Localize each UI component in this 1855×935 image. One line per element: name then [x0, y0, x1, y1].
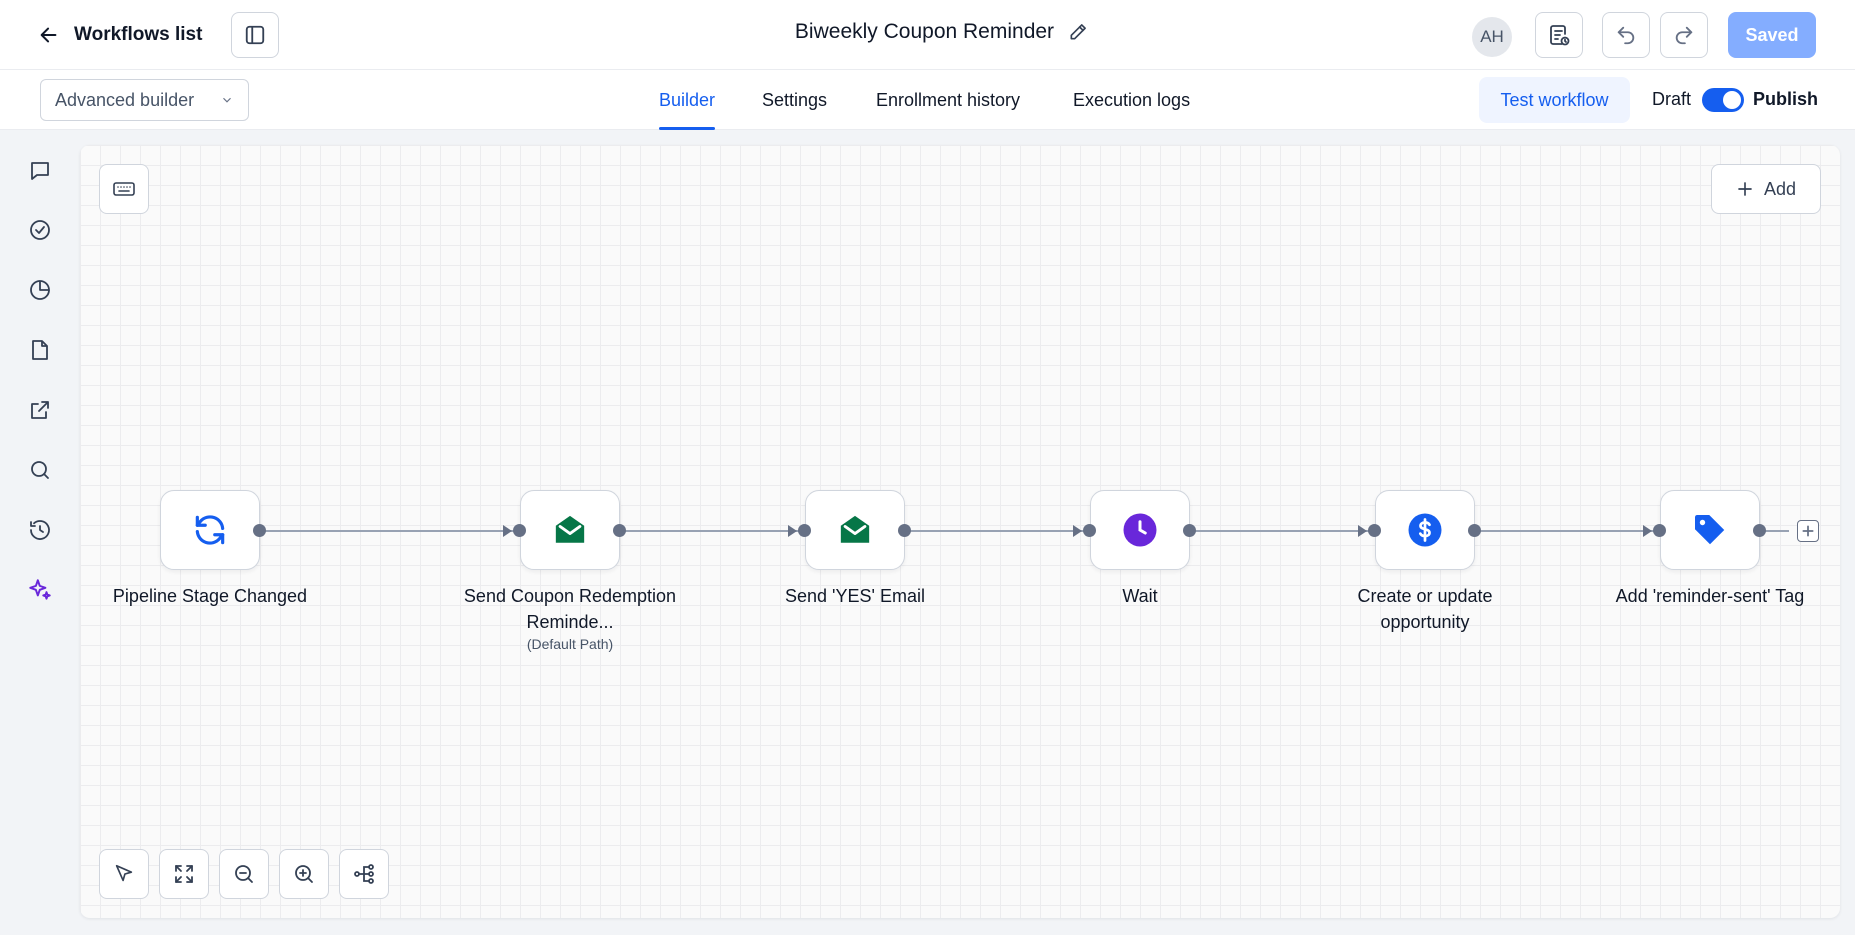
flow-layout-icon	[354, 864, 374, 884]
output-handle[interactable]	[1753, 524, 1766, 537]
workflow-node-wait[interactable]	[1090, 490, 1190, 570]
test-workflow-button[interactable]: Test workflow	[1479, 77, 1630, 123]
output-handle[interactable]	[1183, 524, 1196, 537]
zoom-out-icon	[235, 865, 253, 883]
pie-chart-icon[interactable]	[24, 274, 56, 306]
builder-mode-select[interactable]: Advanced builder	[40, 79, 249, 121]
node-label: Send 'YES' Email	[785, 586, 925, 606]
expand-icon	[175, 865, 193, 883]
file-icon[interactable]	[24, 334, 56, 366]
zoom-in-button[interactable]	[279, 849, 329, 899]
undo-button[interactable]	[1602, 12, 1650, 58]
output-handle[interactable]	[613, 524, 626, 537]
tab-builder[interactable]: Builder	[659, 70, 716, 130]
tag-icon	[1695, 515, 1725, 545]
output-handle[interactable]	[1468, 524, 1481, 537]
redo-button[interactable]	[1660, 12, 1708, 58]
node-label: Send Coupon Redemption Reminde...	[463, 586, 677, 632]
workflow-node-tag[interactable]	[1660, 490, 1760, 570]
node-label: Pipeline Stage Changed	[112, 586, 308, 606]
draft-label: Draft	[1652, 89, 1692, 109]
notes-button[interactable]	[1535, 12, 1583, 58]
workflow-canvas[interactable]: Add Pipeline Stage Changed Send Coupon R…	[80, 145, 1840, 918]
tab-enrollment-history[interactable]: Enrollment history	[876, 70, 1020, 130]
workflow-node-email[interactable]	[520, 490, 620, 570]
output-handle[interactable]	[898, 524, 911, 537]
refresh-icon	[195, 515, 225, 545]
email-icon	[840, 515, 870, 543]
edge-arrow-1	[503, 525, 512, 537]
zoom-out-button[interactable]	[219, 849, 269, 899]
input-handle[interactable]	[513, 524, 526, 537]
workflow-title-text: Biweekly Coupon Reminder	[794, 20, 1055, 43]
plus-icon	[1802, 525, 1814, 537]
document-history-icon	[1550, 25, 1570, 46]
zoom-in-icon	[295, 865, 313, 883]
saved-button[interactable]: Saved	[1728, 12, 1816, 58]
input-handle[interactable]	[1653, 524, 1666, 537]
node-label: Create or update opportunity	[1357, 586, 1493, 632]
workflow-node-email[interactable]	[805, 490, 905, 570]
add-label: Add	[1763, 178, 1797, 199]
keyboard-shortcuts-button[interactable]	[99, 164, 149, 214]
top-header: Workflows list Biweekly Coupon Reminder …	[0, 0, 1855, 70]
tab-settings[interactable]: Settings	[762, 70, 827, 130]
fit-view-button[interactable]	[159, 849, 209, 899]
edge-arrow-4	[1358, 525, 1367, 537]
select-mode-button[interactable]	[99, 849, 149, 899]
history-icon[interactable]	[24, 514, 56, 546]
workflow-node-trigger[interactable]	[160, 490, 260, 570]
input-handle[interactable]	[1368, 524, 1381, 537]
dollar-icon	[1408, 513, 1442, 547]
output-handle[interactable]	[253, 524, 266, 537]
input-handle[interactable]	[798, 524, 811, 537]
cursor-arrow-icon	[115, 864, 133, 882]
email-icon	[555, 515, 585, 543]
clock-icon	[1123, 513, 1157, 547]
plus-icon	[1738, 182, 1752, 196]
external-link-icon[interactable]	[24, 394, 56, 426]
edge-arrow-2	[788, 525, 797, 537]
builder-mode-value: Advanced builder	[55, 89, 195, 110]
publish-toggle[interactable]	[1702, 88, 1744, 112]
search-icon[interactable]	[24, 454, 56, 486]
add-step-button[interactable]	[1797, 520, 1819, 542]
check-circle-icon[interactable]	[24, 214, 56, 246]
sub-header: Advanced builder Builder Settings Enroll…	[0, 70, 1855, 130]
node-label: Add 'reminder-sent' Tag	[1615, 586, 1805, 606]
edge-arrow-5	[1643, 525, 1652, 537]
chevron-down-icon	[223, 97, 231, 103]
node-path-label: (Default Path)	[526, 636, 614, 652]
auto-layout-button[interactable]	[339, 849, 389, 899]
keyboard-icon	[113, 182, 135, 196]
avatar[interactable]: AH	[1472, 17, 1512, 57]
undo-icon	[1617, 26, 1635, 45]
workflow-node-opportunity[interactable]	[1375, 490, 1475, 570]
edge-arrow-3	[1073, 525, 1082, 537]
edit-pencil-icon[interactable]	[1068, 22, 1088, 42]
publish-label: Publish	[1753, 89, 1819, 109]
chat-icon[interactable]	[24, 155, 56, 187]
add-button[interactable]: Add	[1711, 164, 1821, 214]
redo-icon	[1675, 26, 1693, 45]
node-label: Wait	[1122, 586, 1158, 606]
tab-execution-logs[interactable]: Execution logs	[1073, 70, 1190, 130]
input-handle[interactable]	[1083, 524, 1096, 537]
sparkle-icon[interactable]	[24, 574, 56, 606]
